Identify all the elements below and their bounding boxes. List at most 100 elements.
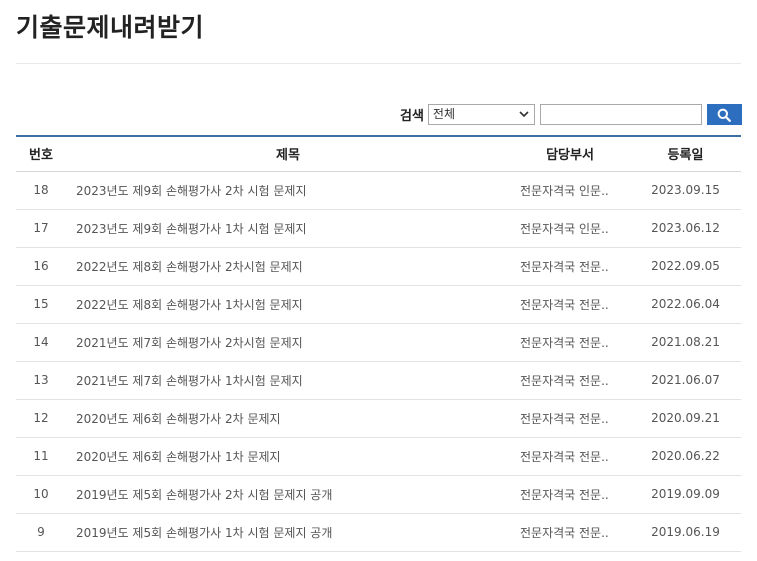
row-department-cell: 전문자격국 인문.. [510,171,630,210]
row-title-link-cell: 2021년도 제7회 손해평가사 1차시험 문제지 [66,361,510,400]
row-title-link-cell: 2020년도 제6회 손해평가사 1차 문제지 [66,437,510,476]
table-row: 10 2019년도 제5회 손해평가사 2차 시험 문제지 공개 전문자격국 전문.… [16,475,741,514]
search-button[interactable] [706,104,742,125]
row-date-cell: 2019.06.19 [630,513,741,552]
row-department-cell: 전문자격국 전문.. [510,399,630,438]
row-date: 2021.08.21 [651,335,720,349]
row-number: 16 [33,259,49,273]
row-department: 전문자격국 전문.. [520,297,609,312]
row-number: 11 [33,449,49,463]
row-number-cell: 15 [16,285,66,324]
row-number-cell: 11 [16,437,66,476]
row-date: 2019.09.09 [651,487,720,501]
row-number-cell: 14 [16,323,66,362]
row-department-cell: 전문자격국 전문.. [510,513,630,552]
row-department: 전문자격국 전문.. [520,373,609,388]
row-title-link[interactable]: 2020년도 제6회 손해평가사 2차 문제지 [76,412,281,426]
row-number: 10 [33,487,49,501]
row-number-cell: 17 [16,209,66,248]
table-row: 17 2023년도 제9회 손해평가사 1차 시험 문제지 전문자격국 인문.. 20… [16,209,741,248]
row-department: 전문자격국 전문.. [520,259,609,274]
row-date-cell: 2023.06.12 [630,209,741,248]
row-department-cell: 전문자격국 전문.. [510,247,630,286]
row-department-cell: 전문자격국 인문.. [510,209,630,248]
row-department: 전문자격국 전문.. [520,525,609,540]
row-number-cell: 10 [16,475,66,514]
row-department-cell: 전문자격국 전문.. [510,361,630,400]
table-row: 15 2022년도 제8회 손해평가사 1차시험 문제지 전문자격국 전문.. 202… [16,285,741,324]
search-category-select[interactable]: 전체 [427,104,535,125]
row-title-link[interactable]: 2022년도 제8회 손해평가사 2차시험 문제지 [76,260,303,274]
row-department: 전문자격국 인문.. [520,183,609,198]
row-department: 전문자격국 전문.. [520,411,609,426]
row-date: 2023.09.15 [651,183,720,197]
row-date-cell: 2021.06.07 [630,361,741,400]
row-title-link[interactable]: 2019년도 제5회 손해평가사 1차 시험 문제지 공개 [76,526,332,540]
row-date-cell: 2021.08.21 [630,323,741,362]
row-title-link-cell: 2022년도 제8회 손해평가사 1차시험 문제지 [66,285,510,324]
row-title-link[interactable]: 2022년도 제8회 손해평가사 1차시험 문제지 [76,298,303,312]
row-title-link-cell: 2019년도 제5회 손해평가사 2차 시험 문제지 공개 [66,475,510,514]
row-number-cell: 9 [16,513,66,552]
row-title-link[interactable]: 2023년도 제9회 손해평가사 1차 시험 문제지 [76,222,306,236]
row-department: 전문자격국 인문.. [520,221,609,236]
row-number: 15 [33,297,49,311]
row-date: 2021.06.07 [651,373,720,387]
row-title-link[interactable]: 2023년도 제9회 손해평가사 2차 시험 문제지 [76,184,306,198]
table-row: 18 2023년도 제9회 손해평가사 2차 시험 문제지 전문자격국 인문.. 20… [16,171,741,210]
row-date-cell: 2022.09.05 [630,247,741,286]
table-row: 9 2019년도 제5회 손해평가사 1차 시험 문제지 공개 전문자격국 전문..… [16,513,741,552]
page: 기출문제내려받기 검색 전체 번호 제목 담당부서 등록일 18 2023년도 … [0,0,757,561]
search-category-value: 전체 [432,107,456,121]
row-title-link-cell: 2021년도 제7회 손해평가사 2차시험 문제지 [66,323,510,362]
row-number-cell: 16 [16,247,66,286]
row-date-cell: 2020.09.21 [630,399,741,438]
row-number: 18 [33,183,49,197]
chevron-down-icon [519,111,529,117]
row-department-cell: 전문자격국 전문.. [510,323,630,362]
row-number-cell: 12 [16,399,66,438]
row-number: 17 [33,221,49,235]
row-department-cell: 전문자격국 전문.. [510,475,630,514]
search-icon [718,108,732,122]
table-header-row: 번호 제목 담당부서 등록일 [16,135,741,172]
row-department: 전문자격국 전문.. [520,487,609,502]
table-row: 13 2021년도 제7회 손해평가사 1차시험 문제지 전문자격국 전문.. 202… [16,361,741,400]
search-label: 검색 [400,109,424,124]
row-date: 2023.06.12 [651,221,720,235]
row-date: 2020.09.21 [651,411,720,425]
row-department: 전문자격국 전문.. [520,335,609,350]
row-title-link-cell: 2019년도 제5회 손해평가사 1차 시험 문제지 공개 [66,513,510,552]
header-date: 등록일 [630,135,741,172]
row-department-cell: 전문자격국 전문.. [510,437,630,476]
row-date: 2020.06.22 [651,449,720,463]
search-bar: 검색 전체 [400,104,742,125]
table-row: 12 2020년도 제6회 손해평가사 2차 문제지 전문자격국 전문.. 2020.… [16,399,741,438]
row-title-link-cell: 2022년도 제8회 손해평가사 2차시험 문제지 [66,247,510,286]
header-title: 제목 [66,135,510,172]
row-department-cell: 전문자격국 전문.. [510,285,630,324]
row-number: 9 [37,525,45,539]
row-department: 전문자격국 전문.. [520,449,609,464]
row-title-link[interactable]: 2021년도 제7회 손해평가사 1차시험 문제지 [76,374,303,388]
row-number-cell: 18 [16,171,66,210]
row-title-link-cell: 2023년도 제9회 손해평가사 2차 시험 문제지 [66,171,510,210]
row-number: 12 [33,411,49,425]
row-date-cell: 2019.09.09 [630,475,741,514]
row-date: 2022.09.05 [651,259,720,273]
header-dept: 담당부서 [510,135,630,172]
row-title-link-cell: 2020년도 제6회 손해평가사 2차 문제지 [66,399,510,438]
table-row: 16 2022년도 제8회 손해평가사 2차시험 문제지 전문자격국 전문.. 202… [16,247,741,286]
exam-file-table: 번호 제목 담당부서 등록일 18 2023년도 제9회 손해평가사 2차 시험 … [16,135,741,552]
row-title-link[interactable]: 2019년도 제5회 손해평가사 2차 시험 문제지 공개 [76,488,332,502]
row-number: 14 [33,335,49,349]
row-date-cell: 2023.09.15 [630,171,741,210]
row-title-link-cell: 2023년도 제9회 손해평가사 1차 시험 문제지 [66,209,510,248]
table-row: 14 2021년도 제7회 손해평가사 2차시험 문제지 전문자격국 전문.. 202… [16,323,741,362]
row-number-cell: 13 [16,361,66,400]
row-title-link[interactable]: 2021년도 제7회 손해평가사 2차시험 문제지 [76,336,303,350]
row-date: 2022.06.04 [651,297,720,311]
search-input[interactable] [539,104,702,125]
row-title-link[interactable]: 2020년도 제6회 손해평가사 1차 문제지 [76,450,281,464]
row-date-cell: 2020.06.22 [630,437,741,476]
